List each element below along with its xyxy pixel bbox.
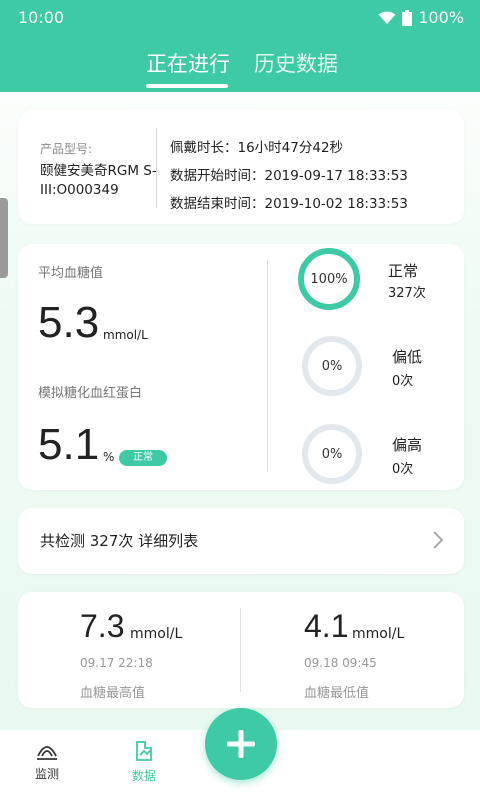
divider [267, 260, 268, 472]
max-glucose-unit: mmol/L [130, 626, 183, 642]
normal-percent: 100% [310, 271, 348, 287]
low-percent-ring: 0% [302, 336, 362, 396]
high-title: 偏高 [392, 436, 423, 454]
add-button[interactable] [205, 708, 277, 780]
avg-glucose-unit: mmol/L [103, 328, 148, 342]
wear-duration: 佩戴时长：16小时47分42秒 [170, 140, 344, 156]
tab-bar: 正在进行 历史数据 [0, 44, 480, 90]
data-icon [136, 741, 152, 761]
min-glucose-time: 09.18 09:45 [304, 656, 377, 670]
battery-icon [402, 9, 413, 26]
monitor-icon [37, 746, 57, 760]
tab-ongoing[interactable]: 正在进行 [146, 48, 230, 78]
status-time: 10:00 [18, 8, 65, 27]
normal-count: 327次 [388, 286, 426, 301]
avg-glucose-value: 5.3 [38, 298, 100, 347]
status-icons: 100% [378, 8, 464, 27]
low-percent: 0% [321, 358, 343, 374]
plus-icon [227, 730, 255, 758]
min-glucose-unit: mmol/L [352, 626, 405, 642]
status-bar: 10:00 100% [0, 0, 480, 34]
nav-monitor-label: 监测 [34, 767, 59, 781]
header: 10:00 100% 正在进行 历史数据 [0, 0, 480, 92]
max-glucose-label: 血糖最高值 [80, 686, 146, 701]
active-tab-indicator [146, 84, 228, 88]
avg-glucose-label: 平均血糖值 [38, 266, 104, 281]
product-model-label: 产品型号: [40, 142, 93, 156]
battery-level: 100% [418, 8, 464, 27]
detail-list-link[interactable]: 共检测 327次 详细列表 [18, 508, 464, 574]
status-badge: 正常 [119, 450, 167, 466]
low-title: 偏低 [392, 348, 423, 366]
product-model-value: 颐健安美奇RGM S-III:O000349 [40, 163, 157, 198]
wifi-icon [378, 11, 396, 24]
divider [156, 128, 157, 208]
end-time: 数据结束时间：2019-10-02 18:33:53 [170, 196, 408, 212]
low-count: 0次 [392, 374, 414, 389]
min-glucose-value: 4.1 [304, 608, 349, 644]
normal-percent-ring: 100% [298, 248, 360, 310]
divider [240, 608, 241, 692]
max-glucose-value: 7.3 [80, 608, 125, 644]
scroll-handle[interactable] [0, 198, 8, 278]
tab-history[interactable]: 历史数据 [254, 48, 338, 78]
chevron-right-icon [433, 531, 444, 549]
glucose-summary-card: 平均血糖值 5.3 mmol/L 模拟糖化血红蛋白 5.1 % 正常 100% … [18, 244, 464, 490]
hba1c-unit: % [103, 450, 115, 464]
hba1c-value: 5.1 [38, 420, 100, 469]
max-glucose-time: 09.17 22:18 [80, 656, 153, 670]
nav-data-label: 数据 [131, 769, 156, 783]
total-count-text: 共检测 327次 详细列表 [40, 532, 199, 550]
hba1c-label: 模拟糖化血红蛋白 [38, 386, 143, 401]
device-info-card: 产品型号: 颐健安美奇RGM S-III:O000349 佩戴时长：16小时47… [18, 110, 464, 224]
extremes-card: 7.3 mmol/L 09.17 22:18 血糖最高值 4.1 mmol/L … [18, 592, 464, 708]
high-percent-ring: 0% [302, 424, 362, 484]
normal-title: 正常 [388, 262, 419, 280]
high-count: 0次 [392, 462, 414, 477]
min-glucose-label: 血糖最低值 [304, 686, 370, 701]
high-percent: 0% [321, 446, 343, 462]
nav-monitor[interactable]: 监测 [17, 740, 77, 782]
nav-data[interactable]: 数据 [114, 740, 174, 784]
start-time: 数据开始时间：2019-09-17 18:33:53 [170, 168, 408, 184]
